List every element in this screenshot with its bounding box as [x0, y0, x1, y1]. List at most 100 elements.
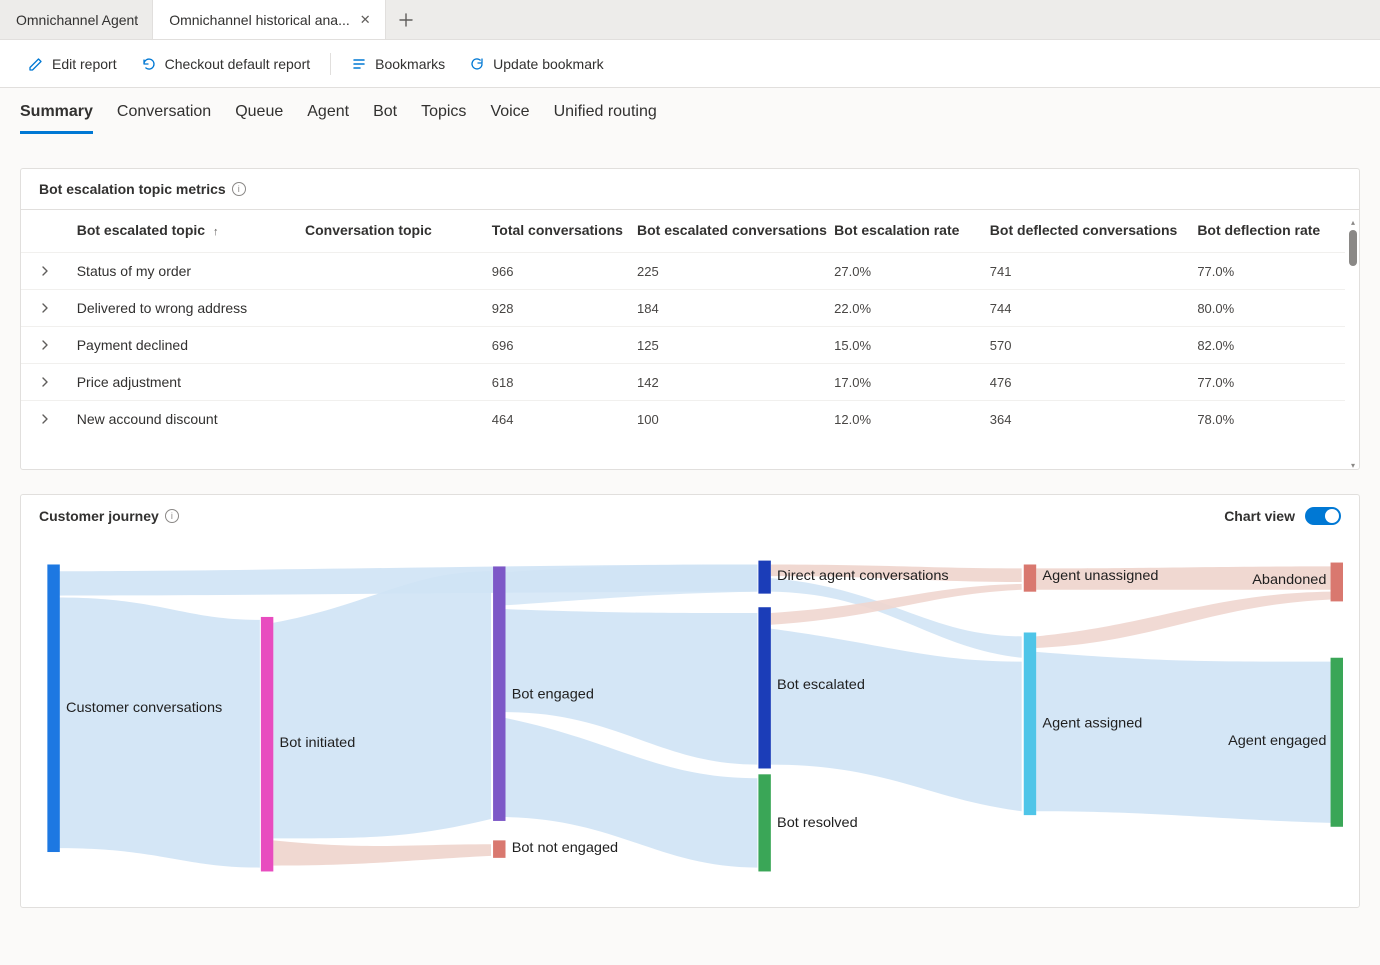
col-bot-escalation-rate[interactable]: Bot escalation rate: [826, 210, 982, 253]
cell-topic: Status of my order: [69, 253, 297, 290]
scrollbar-thumb[interactable]: [1349, 230, 1357, 266]
chevron-right-icon: [39, 339, 51, 351]
card-header: Bot escalation topic metrics i: [21, 169, 1359, 209]
svg-text:Bot resolved: Bot resolved: [777, 814, 858, 829]
sankey-chart[interactable]: Customer conversations Bot initiated Bot…: [21, 537, 1359, 907]
tab-topics[interactable]: Topics: [421, 103, 466, 134]
app-tab-label: Omnichannel Agent: [16, 12, 138, 28]
sort-asc-icon: ↑: [213, 226, 219, 238]
metrics-table-wrap: Bot escalated topic ↑ Conversation topic…: [21, 209, 1359, 469]
plus-icon: [399, 13, 413, 27]
cell-escalation-rate: 22.0%: [826, 290, 982, 327]
app-tab-label: Omnichannel historical ana...: [169, 12, 350, 28]
cell-topic: Payment declined: [69, 327, 297, 364]
cell-escalated: 225: [629, 253, 826, 290]
cell-deflected: 364: [982, 401, 1190, 438]
svg-text:Bot initiated: Bot initiated: [280, 735, 356, 750]
app-tab-historical-analytics[interactable]: Omnichannel historical ana... ✕: [152, 0, 385, 39]
svg-text:Agent unassigned: Agent unassigned: [1042, 567, 1158, 582]
tab-voice[interactable]: Voice: [490, 103, 529, 134]
vertical-scrollbar[interactable]: ▴ ▾: [1347, 220, 1359, 469]
chevron-right-icon: [39, 413, 51, 425]
cmd-label: Edit report: [52, 56, 117, 72]
table-row[interactable]: Status of my order 96622527.0%74177.0%: [21, 253, 1345, 290]
expand-row-button[interactable]: [21, 327, 69, 364]
tab-bot[interactable]: Bot: [373, 103, 397, 134]
report-nav: Summary Conversation Queue Agent Bot Top…: [0, 88, 1380, 134]
cell-total: 696: [484, 327, 629, 364]
chart-view-label: Chart view: [1224, 508, 1295, 524]
col-bot-escalated-topic[interactable]: Bot escalated topic ↑: [69, 210, 297, 253]
table-row[interactable]: Delivered to wrong address92818422.0%744…: [21, 290, 1345, 327]
svg-text:Direct agent conversations: Direct agent conversations: [777, 567, 949, 582]
cmd-label: Checkout default report: [165, 56, 311, 72]
cell-conversation-topic: [297, 401, 484, 438]
cell-deflection-rate: 78.0%: [1189, 401, 1345, 438]
customer-journey-card: Customer journey i Chart view: [20, 494, 1360, 908]
cell-deflected: 741: [982, 253, 1190, 290]
svg-text:Agent engaged: Agent engaged: [1228, 733, 1326, 748]
svg-text:Bot not engaged: Bot not engaged: [512, 839, 618, 854]
col-bot-deflection-rate[interactable]: Bot deflection rate: [1189, 210, 1345, 253]
cell-escalation-rate: 12.0%: [826, 401, 982, 438]
cell-deflection-rate: 77.0%: [1189, 364, 1345, 401]
cell-deflected: 744: [982, 290, 1190, 327]
expand-row-button[interactable]: [21, 364, 69, 401]
cell-escalation-rate: 15.0%: [826, 327, 982, 364]
tab-agent[interactable]: Agent: [307, 103, 349, 134]
info-icon[interactable]: i: [165, 509, 179, 523]
cell-escalated: 100: [629, 401, 826, 438]
chevron-right-icon: [39, 376, 51, 388]
separator: [330, 53, 331, 75]
svg-text:Bot escalated: Bot escalated: [777, 676, 865, 691]
update-bookmark-button[interactable]: Update bookmark: [459, 40, 614, 87]
checkout-default-report-button[interactable]: Checkout default report: [131, 40, 321, 87]
col-total-conversations[interactable]: Total conversations: [484, 210, 629, 253]
card-title: Bot escalation topic metrics: [39, 181, 226, 197]
app-tab-strip: Omnichannel Agent Omnichannel historical…: [0, 0, 1380, 40]
info-icon[interactable]: i: [232, 182, 246, 196]
cell-topic: Delivered to wrong address: [69, 290, 297, 327]
app-tab-omnichannel-agent[interactable]: Omnichannel Agent: [0, 0, 152, 39]
table-header-row: Bot escalated topic ↑ Conversation topic…: [21, 210, 1345, 253]
cell-deflected: 570: [982, 327, 1190, 364]
card-header: Customer journey i Chart view: [21, 495, 1359, 537]
bookmarks-list-icon: [351, 56, 367, 72]
cell-deflected: 476: [982, 364, 1190, 401]
panels: Bot escalation topic metrics i Bot escal…: [0, 134, 1380, 928]
cell-escalated: 142: [629, 364, 826, 401]
svg-text:Bot engaged: Bot engaged: [512, 686, 594, 701]
cell-total: 966: [484, 253, 629, 290]
svg-text:Agent assigned: Agent assigned: [1042, 715, 1142, 730]
table-row[interactable]: Price adjustment61814217.0%47677.0%: [21, 364, 1345, 401]
expand-row-button[interactable]: [21, 401, 69, 438]
col-conversation-topic[interactable]: Conversation topic: [297, 210, 484, 253]
tab-unified-routing[interactable]: Unified routing: [554, 103, 657, 134]
svg-text:Abandoned: Abandoned: [1252, 571, 1326, 586]
cell-total: 618: [484, 364, 629, 401]
tab-queue[interactable]: Queue: [235, 103, 283, 134]
table-row[interactable]: New accound discount46410012.0%36478.0%: [21, 401, 1345, 438]
refresh-icon: [469, 56, 485, 72]
close-icon[interactable]: ✕: [360, 12, 371, 28]
svg-text:Customer conversations: Customer conversations: [66, 700, 222, 715]
col-bot-deflected-conversations[interactable]: Bot deflected conversations: [982, 210, 1190, 253]
cell-deflection-rate: 77.0%: [1189, 253, 1345, 290]
expand-row-button[interactable]: [21, 253, 69, 290]
cmd-label: Update bookmark: [493, 56, 604, 72]
edit-report-button[interactable]: Edit report: [18, 40, 127, 87]
bookmarks-button[interactable]: Bookmarks: [341, 40, 455, 87]
cell-escalated: 184: [629, 290, 826, 327]
scroll-up-icon[interactable]: ▴: [1349, 218, 1357, 226]
new-tab-button[interactable]: [386, 0, 426, 39]
scroll-down-icon[interactable]: ▾: [1349, 461, 1357, 469]
col-bot-escalated-conversations[interactable]: Bot escalated conversations: [629, 210, 826, 253]
chart-view-toggle[interactable]: [1305, 507, 1341, 525]
expand-row-button[interactable]: [21, 290, 69, 327]
cell-escalation-rate: 27.0%: [826, 253, 982, 290]
tab-conversation[interactable]: Conversation: [117, 103, 211, 134]
undo-icon: [141, 56, 157, 72]
cell-conversation-topic: [297, 253, 484, 290]
tab-summary[interactable]: Summary: [20, 103, 93, 134]
table-row[interactable]: Payment declined69612515.0%57082.0%: [21, 327, 1345, 364]
